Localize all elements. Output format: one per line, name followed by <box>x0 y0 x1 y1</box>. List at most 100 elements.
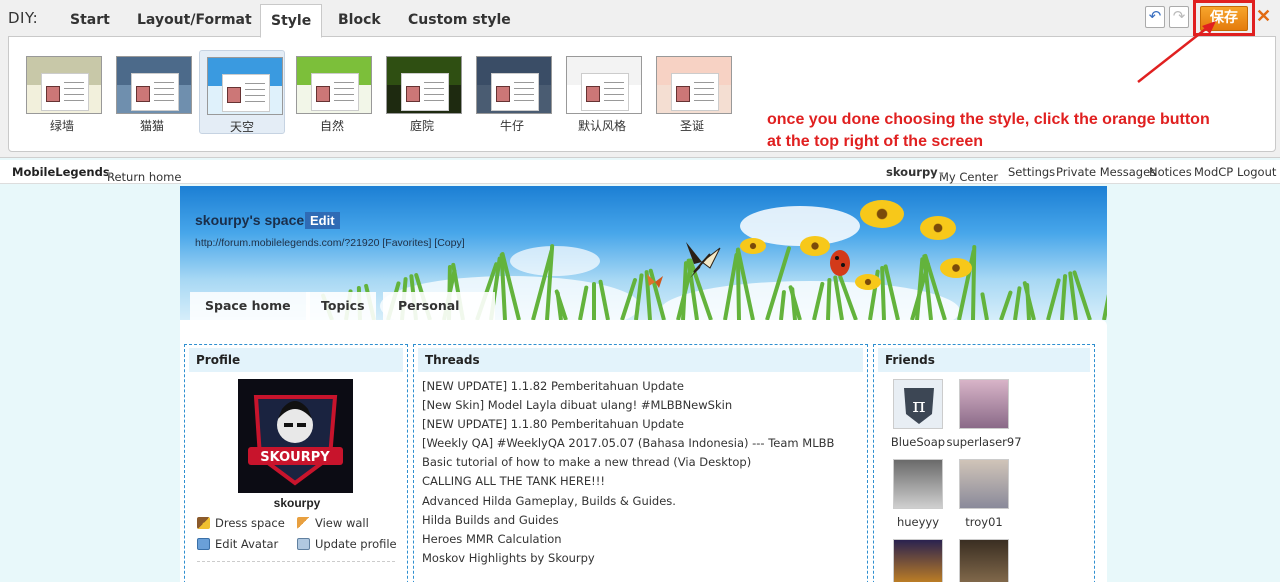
friend-avatar <box>959 539 1009 582</box>
space-content: Profile SKOURPY skourpy Dress space View… <box>180 320 1107 582</box>
note-line-1: once you done choosing the style, click … <box>767 111 1210 128</box>
style-label: 默认风格 <box>577 119 626 133</box>
style-thumbnail[interactable]: 圣诞 <box>649 50 735 134</box>
style-thumbnail[interactable]: 绿墙 <box>19 50 105 134</box>
thread-list: [NEW UPDATE] 1.1.82 Pemberitahuan Update… <box>422 379 862 570</box>
private-messages-link[interactable]: Private Messages <box>1056 165 1156 179</box>
style-label: 圣诞 <box>679 119 704 133</box>
thread-link[interactable]: [NEW UPDATE] 1.1.82 Pemberitahuan Update <box>422 379 862 398</box>
note-line-2: at the top right of the screen <box>767 133 984 150</box>
id-card-icon <box>297 538 310 550</box>
profile-heading: Profile <box>189 348 403 372</box>
grass-decoration <box>592 282 596 320</box>
grass-decoration <box>971 244 977 320</box>
friend-name: troy01 <box>965 515 1003 529</box>
style-preview-image <box>116 56 192 114</box>
notices-link[interactable]: Notices <box>1149 165 1192 179</box>
instruction-note: once you done choosing the style, click … <box>767 109 1227 153</box>
style-label: 牛仔 <box>499 119 524 133</box>
divider <box>197 561 395 562</box>
style-thumbnail[interactable]: 庭院 <box>379 50 465 134</box>
diy-tab-bar: DIY: Start Layout/Format Style Block Cus… <box>0 0 1280 38</box>
modcp-link[interactable]: ModCP <box>1194 165 1233 179</box>
butterfly-icon <box>686 242 721 278</box>
friend-item[interactable]: troy01 <box>944 459 1024 529</box>
view-wall-link[interactable]: View wall <box>297 516 369 530</box>
style-preview-image <box>296 56 372 114</box>
edit-space-button[interactable]: Edit <box>305 212 340 229</box>
style-preview-image <box>207 57 283 115</box>
user-link[interactable]: skourpy <box>886 165 938 179</box>
friend-avatar <box>893 459 943 509</box>
space-url[interactable]: http://forum.mobilelegends.com/?21920 [F… <box>195 237 465 249</box>
tab-layout-format[interactable]: Layout/Format <box>127 4 262 38</box>
profile-panel: Profile SKOURPY skourpy Dress space View… <box>184 344 408 582</box>
style-label: 天空 <box>229 120 254 134</box>
site-name[interactable]: MobileLegends <box>12 165 110 179</box>
diy-title: DIY: <box>8 9 39 27</box>
friend-avatar <box>959 459 1009 509</box>
ladybug-icon <box>830 250 850 276</box>
friend-name: superlaser97 <box>946 435 1022 449</box>
space-title: skourpy's space <box>195 212 305 228</box>
diy-toolbar: DIY: Start Layout/Format Style Block Cus… <box>0 0 1280 158</box>
thread-link[interactable]: Basic tutorial of how to make a new thre… <box>422 455 862 474</box>
friend-avatar <box>893 539 943 582</box>
friend-avatar: π <box>893 379 943 429</box>
tab-topics[interactable]: Topics <box>306 292 376 320</box>
thread-link[interactable]: Hilda Builds and Guides <box>422 513 862 532</box>
thread-link[interactable]: [Weekly QA] #WeeklyQA 2017.05.07 (Bahasa… <box>422 436 862 455</box>
avatar[interactable]: SKOURPY <box>238 379 353 493</box>
flower-decoration <box>940 258 972 278</box>
style-thumbnail[interactable]: 自然 <box>289 50 375 134</box>
flower-decoration <box>920 216 956 240</box>
style-panel: 绿墙 猫猫 天空 自然 庭院 牛仔 默认风格 圣诞 once you done choosin… <box>8 36 1276 152</box>
cloud-decoration <box>510 246 600 276</box>
update-profile-link[interactable]: Update profile <box>297 537 397 551</box>
tab-personal-info[interactable]: Personal Info <box>383 292 495 320</box>
threads-panel: Threads [NEW UPDATE] 1.1.82 Pemberitahua… <box>413 344 868 582</box>
butterfly-icon <box>647 274 663 288</box>
user-space: skourpy's space Edit http://forum.mobile… <box>180 186 1107 582</box>
style-label: 猫猫 <box>139 119 164 133</box>
flower-decoration <box>860 200 904 228</box>
close-icon[interactable]: ✕ <box>1256 6 1271 27</box>
style-thumbnail[interactable]: 天空 <box>199 50 285 134</box>
thread-link[interactable]: Advanced Hilda Gameplay, Builds & Guides… <box>422 494 862 513</box>
flower-decoration <box>740 238 766 254</box>
style-preview-image <box>566 56 642 114</box>
tab-block[interactable]: Block <box>328 4 391 38</box>
style-thumbnail[interactable]: 猫猫 <box>109 50 195 134</box>
friends-heading: Friends <box>878 348 1090 372</box>
settings-link[interactable]: Settings <box>1008 165 1055 179</box>
thread-link[interactable]: Moskov Highlights by Skourpy <box>422 551 862 570</box>
friend-item[interactable]: superlaser97 <box>944 379 1024 449</box>
annotation-arrow <box>1137 21 1216 83</box>
logout-link[interactable]: Logout <box>1237 165 1276 179</box>
thread-link[interactable]: [New Skin] Model Layla dibuat ulang! #ML… <box>422 398 862 417</box>
pencil-icon <box>297 517 310 529</box>
thread-link[interactable]: Heroes MMR Calculation <box>422 532 862 551</box>
dress-space-link[interactable]: Dress space <box>197 516 285 530</box>
thread-link[interactable]: [NEW UPDATE] 1.1.80 Pemberitahuan Update <box>422 417 862 436</box>
friends-panel: Friends π BlueSoap superlaser97 hueyyy t… <box>873 344 1095 582</box>
chevron-down-icon: ▾ <box>107 170 112 180</box>
chevron-down-icon: ▾ <box>939 170 944 180</box>
svg-text:π: π <box>912 393 925 417</box>
style-preview-image <box>386 56 462 114</box>
image-icon <box>197 538 210 550</box>
style-thumbnail[interactable]: 默认风格 <box>559 50 645 134</box>
tab-start[interactable]: Start <box>60 4 120 38</box>
tab-style[interactable]: Style <box>260 4 323 38</box>
grass-decoration <box>1046 277 1062 320</box>
style-preview-image <box>26 56 102 114</box>
style-preview-image <box>656 56 732 114</box>
edit-avatar-link[interactable]: Edit Avatar <box>197 537 278 551</box>
tab-custom-style[interactable]: Custom style <box>398 4 521 38</box>
thread-link[interactable]: CALLING ALL THE TANK HERE!!! <box>422 474 862 493</box>
tab-space-home[interactable]: Space home <box>190 292 310 320</box>
threads-heading: Threads <box>418 348 863 372</box>
style-thumbnail[interactable]: 牛仔 <box>469 50 555 134</box>
friend-item[interactable] <box>944 539 1024 582</box>
grass-decoration <box>1102 265 1107 320</box>
